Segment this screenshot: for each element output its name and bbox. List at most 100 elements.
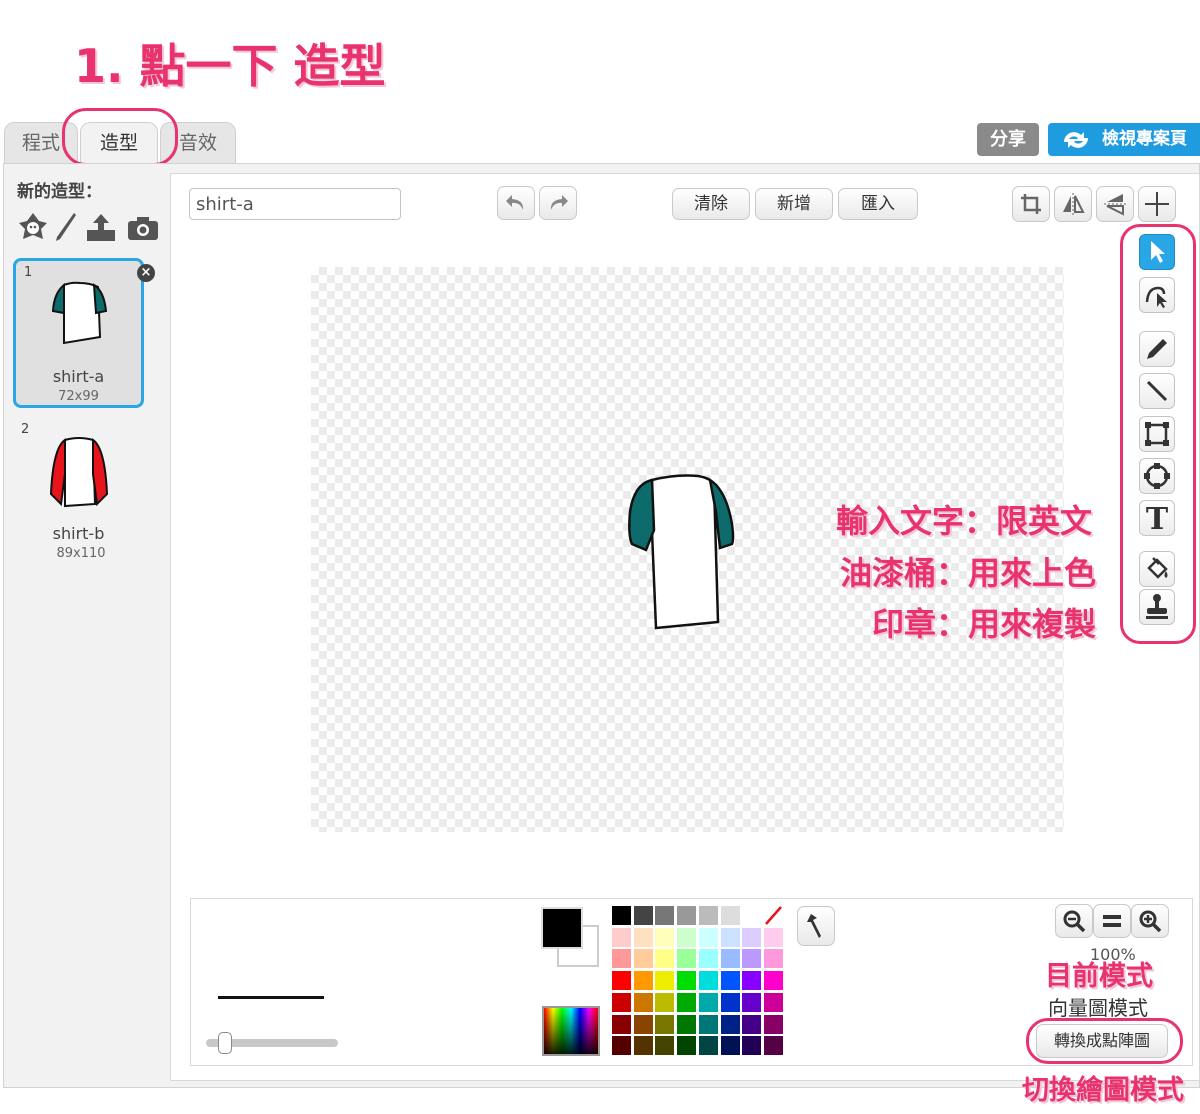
color-swatch[interactable] — [720, 949, 740, 969]
paint-from-library-icon[interactable] — [17, 211, 49, 243]
color-swatch[interactable] — [612, 1036, 631, 1056]
color-swatch[interactable] — [612, 971, 631, 991]
color-swatch[interactable] — [720, 927, 740, 947]
color-swatch[interactable] — [720, 971, 740, 991]
flip-horizontal-icon — [1063, 193, 1085, 215]
costume-item[interactable]: 1 shirt-a 72x99 — [13, 258, 144, 408]
undo-button[interactable] — [497, 186, 535, 220]
color-swatch[interactable] — [633, 1014, 653, 1034]
color-spectrum-picker[interactable] — [542, 1006, 600, 1056]
color-swatch[interactable] — [698, 906, 718, 925]
color-swatch[interactable] — [633, 992, 653, 1012]
costumes-tab-highlight — [62, 108, 178, 166]
color-swatch[interactable] — [655, 927, 675, 947]
flip-horizontal-button[interactable] — [1054, 186, 1092, 222]
zoom-in-button[interactable] — [1131, 904, 1169, 938]
flip-vertical-button[interactable] — [1096, 186, 1134, 222]
color-swatch[interactable] — [698, 1014, 718, 1034]
color-swatch[interactable] — [633, 1036, 653, 1056]
color-swatch[interactable] — [763, 971, 783, 991]
undo-icon — [506, 195, 524, 210]
share-button[interactable]: 分享 — [977, 123, 1039, 156]
import-button[interactable]: 匯入 — [838, 188, 918, 220]
slider-thumb[interactable] — [218, 1032, 232, 1054]
color-swatch[interactable] — [633, 971, 653, 991]
color-swatch[interactable] — [720, 1014, 740, 1034]
color-swatch[interactable] — [677, 1036, 697, 1056]
color-swatch[interactable] — [742, 906, 762, 925]
color-swatch[interactable] — [698, 927, 718, 947]
vector-mode-label: 向量圖模式 — [1048, 996, 1148, 1020]
color-swatch[interactable] — [763, 949, 783, 969]
equals-icon — [1103, 915, 1121, 927]
costume-size: 72x99 — [58, 389, 99, 404]
costume-name: shirt-a — [52, 367, 105, 386]
delete-costume-icon[interactable]: × — [137, 264, 155, 282]
flip-vertical-icon — [1104, 194, 1126, 216]
color-swatch[interactable] — [655, 971, 675, 991]
zoom-reset-button[interactable] — [1093, 904, 1131, 938]
color-swatch[interactable] — [763, 1014, 783, 1034]
color-swatch[interactable] — [742, 1014, 762, 1034]
color-swatch[interactable] — [742, 949, 762, 969]
color-swatch[interactable] — [612, 992, 631, 1012]
color-swatch[interactable] — [677, 949, 697, 969]
color-swatch[interactable] — [763, 1036, 783, 1056]
color-swatch[interactable] — [612, 906, 631, 925]
step1-annotation: 1. 點一下 造型 — [74, 39, 386, 93]
color-swatch[interactable] — [742, 971, 762, 991]
color-swatch[interactable] — [720, 992, 740, 1012]
color-swatch[interactable] — [677, 992, 697, 1012]
zoom-out-button[interactable] — [1055, 904, 1093, 938]
clear-button[interactable]: 清除 — [672, 188, 750, 220]
no-color-swatch[interactable] — [763, 906, 783, 925]
stroke-width-preview — [218, 996, 324, 999]
color-swatch[interactable] — [763, 992, 783, 1012]
camera-icon[interactable] — [126, 214, 160, 242]
color-swatch[interactable] — [655, 949, 675, 969]
color-swatch[interactable] — [742, 992, 762, 1012]
costume-index: 1 — [24, 265, 33, 280]
color-swatch[interactable] — [655, 1036, 675, 1056]
add-button[interactable]: 新增 — [755, 188, 833, 220]
costume-item[interactable]: 2 shirt-b 89x110 — [13, 418, 144, 568]
color-swatch[interactable] — [742, 927, 762, 947]
set-center-button[interactable] — [1138, 186, 1176, 222]
color-swatch[interactable] — [763, 927, 783, 947]
color-swatch[interactable] — [612, 949, 631, 969]
color-swatch[interactable] — [677, 927, 697, 947]
color-swatch[interactable] — [698, 949, 718, 969]
fill-tool-annotation: 油漆桶：用來上色 — [840, 554, 1097, 592]
color-swatch[interactable] — [677, 1014, 697, 1034]
redo-icon — [550, 195, 568, 210]
color-swatch[interactable] — [698, 1036, 718, 1056]
costume-index: 2 — [21, 422, 30, 437]
color-swatch[interactable] — [633, 927, 653, 947]
color-swatch[interactable] — [720, 906, 740, 925]
costume-name-input[interactable] — [189, 188, 401, 220]
color-palette — [612, 906, 786, 1058]
color-swatch[interactable] — [698, 992, 718, 1012]
eyedropper-button[interactable] — [797, 906, 835, 946]
paint-new-costume-icon[interactable] — [54, 211, 78, 243]
color-swatch[interactable] — [612, 927, 631, 947]
color-swatch[interactable] — [655, 1014, 675, 1034]
primary-color-swatch[interactable] — [541, 907, 583, 949]
text-tool-annotation: 輸入文字：限英文 — [836, 502, 1093, 540]
color-swatch[interactable] — [720, 1036, 740, 1056]
convert-button-highlight — [1026, 1018, 1183, 1064]
color-swatch[interactable] — [655, 906, 675, 925]
upload-costume-icon[interactable] — [84, 210, 118, 244]
see-project-page-button[interactable]: 檢視專案頁 — [1048, 123, 1200, 156]
redo-button[interactable] — [539, 186, 577, 220]
color-swatch[interactable] — [612, 1014, 631, 1034]
color-swatch[interactable] — [655, 992, 675, 1012]
color-swatch[interactable] — [677, 971, 697, 991]
color-swatch[interactable] — [633, 949, 653, 969]
crop-button[interactable] — [1012, 186, 1050, 222]
color-swatch[interactable] — [698, 971, 718, 991]
current-mode-annotation: 目前模式 — [1045, 961, 1153, 992]
color-swatch[interactable] — [633, 906, 653, 925]
color-swatch[interactable] — [677, 906, 697, 925]
color-swatch[interactable] — [742, 1036, 762, 1056]
